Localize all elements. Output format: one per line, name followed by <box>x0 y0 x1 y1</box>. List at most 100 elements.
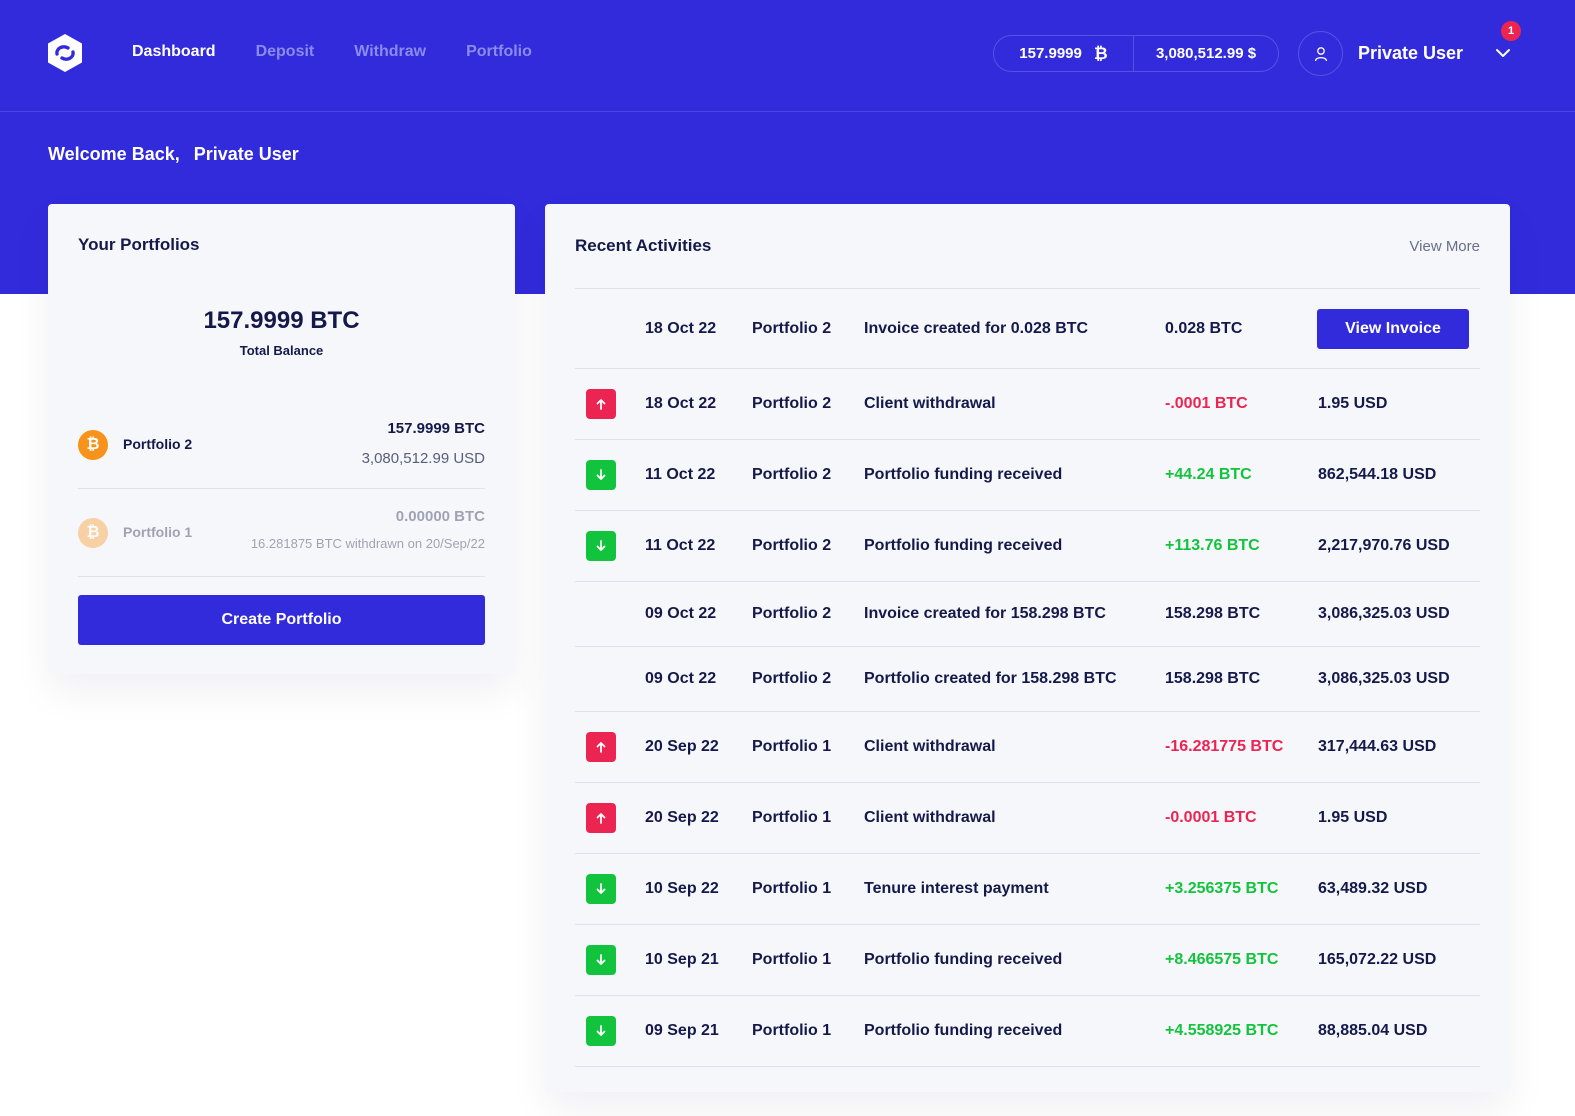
arrow-down-icon <box>586 460 616 490</box>
activity-date: 11 Oct 22 <box>645 466 716 483</box>
activity-portfolio: Portfolio 1 <box>752 809 832 826</box>
welcome-greeting: Welcome Back, <box>48 144 180 164</box>
divider <box>78 488 485 489</box>
view-more-link[interactable]: View More <box>1409 238 1480 255</box>
bitcoin-icon: ₿ <box>78 518 108 548</box>
activity-usd: 317,444.63 USD <box>1318 738 1437 755</box>
activity-amount: +8.466575 BTC <box>1165 951 1279 968</box>
user-avatar[interactable] <box>1298 31 1343 76</box>
activity-usd: 2,217,970.76 USD <box>1318 537 1450 554</box>
activities-list: 18 Oct 22 Portfolio 2 Invoice created for … <box>575 289 1480 1067</box>
balance-pill: 157.9999 ₿ 3,080,512.99 $ <box>993 35 1279 72</box>
portfolio-item[interactable]: ₿ Portfolio 1 0.00000 BTC 16.281875 BTC … <box>78 506 485 566</box>
activity-description: Portfolio funding received <box>864 466 1063 483</box>
activity-date: 18 Oct 22 <box>645 395 717 412</box>
activity-description: Invoice created for 0.028 BTC <box>864 320 1089 337</box>
notification-badge[interactable]: 1 <box>1501 21 1521 41</box>
nav-dashboard[interactable]: Dashboard <box>132 43 216 61</box>
activity-portfolio: Portfolio 1 <box>752 880 832 897</box>
main-nav: Dashboard Deposit Withdraw Portfolio <box>132 43 532 61</box>
activity-amount: 158.298 BTC <box>1165 670 1261 687</box>
portfolio-name: Portfolio 1 <box>123 524 193 540</box>
total-balance-label: Total Balance <box>239 343 324 358</box>
activity-description: Portfolio funding received <box>864 1022 1063 1039</box>
activity-portfolio: Portfolio 1 <box>752 951 832 968</box>
welcome-message: Welcome Back, Private User <box>48 144 299 165</box>
activity-amount: +44.24 BTC <box>1165 466 1252 483</box>
activity-row: 20 Sep 22 Portfolio 1 Client withdrawal -16… <box>575 712 1480 783</box>
activity-row: 10 Sep 22 Portfolio 1 Tenure interest paym… <box>575 854 1480 925</box>
activity-description: Client withdrawal <box>864 809 996 826</box>
activity-usd: 165,072.22 USD <box>1318 951 1437 968</box>
activity-usd: 1.95 USD <box>1318 395 1388 412</box>
activity-portfolio: Portfolio 2 <box>752 320 832 337</box>
activity-date: 09 Sep 21 <box>645 1022 719 1039</box>
balance-usd: 3,080,512.99 $ <box>1155 45 1257 62</box>
recent-activities-card: Recent Activities View More 18 Oct 22 Por… <box>545 204 1510 1092</box>
activity-portfolio: Portfolio 2 <box>752 605 832 622</box>
balance-btc-value: 157.9999 <box>1019 45 1082 62</box>
activity-amount: -.0001 BTC <box>1165 395 1248 412</box>
portfolio-name: Portfolio 2 <box>123 436 193 452</box>
activity-amount: -0.0001 BTC <box>1165 809 1257 826</box>
nav-withdraw[interactable]: Withdraw <box>354 43 426 61</box>
activity-description: Tenure interest payment <box>864 880 1049 897</box>
portfolio-note: 16.281875 BTC withdrawn on 20/Sep/22 <box>250 536 485 551</box>
link-hexagon-icon[interactable] <box>46 33 84 73</box>
arrow-down-icon <box>586 874 616 904</box>
activity-description: Client withdrawal <box>864 738 996 755</box>
activity-row: 11 Oct 22 Portfolio 2 Portfolio funding re… <box>575 440 1480 511</box>
welcome-name: Private User <box>193 144 299 164</box>
activity-row: 10 Sep 21 Portfolio 1 Portfolio funding re… <box>575 925 1480 996</box>
balance-btc: 157.9999 ₿ <box>994 36 1134 71</box>
activity-usd: 3,086,325.03 USD <box>1318 605 1450 622</box>
chevron-down-icon[interactable] <box>1494 46 1512 60</box>
user-name[interactable]: Private User <box>1358 43 1463 64</box>
activity-row: 18 Oct 22 Portfolio 2 Client withdrawal -.0… <box>575 369 1480 440</box>
activity-usd: 88,885.04 USD <box>1318 1022 1428 1039</box>
activities-title: Recent Activities <box>575 236 712 255</box>
activity-description: Portfolio created for 158.298 BTC <box>864 670 1117 687</box>
arrow-up-icon <box>586 732 616 762</box>
activity-usd: 862,544.18 USD <box>1318 466 1437 483</box>
arrow-down-icon <box>586 945 616 975</box>
activity-usd: 63,489.32 USD <box>1318 880 1428 897</box>
activity-date: 10 Sep 22 <box>645 880 719 897</box>
arrow-up-icon <box>586 803 616 833</box>
arrow-down-icon <box>586 1016 616 1046</box>
bitcoin-icon: ₿ <box>1093 43 1108 63</box>
activity-description: Portfolio funding received <box>864 951 1063 968</box>
activity-description: Client withdrawal <box>864 395 996 412</box>
activity-date: 10 Sep 21 <box>645 951 719 968</box>
portfolio-item[interactable]: ₿ Portfolio 2 157.9999 BTC 3,080,512.99 … <box>78 418 485 478</box>
activity-date: 11 Oct 22 <box>645 537 716 554</box>
top-navigation-bar: Dashboard Deposit Withdraw Portfolio 157… <box>0 0 1575 112</box>
activity-date: 18 Oct 22 <box>645 320 717 337</box>
portfolio-btc: 157.9999 BTC <box>387 420 485 437</box>
activity-amount: 0.028 BTC <box>1165 320 1243 337</box>
activity-usd: 3,086,325.03 USD <box>1318 670 1450 687</box>
view-invoice-button[interactable]: View Invoice <box>1317 308 1469 349</box>
divider <box>78 576 485 577</box>
activity-row: 18 Oct 22 Portfolio 2 Invoice created for … <box>575 289 1480 369</box>
bitcoin-icon: ₿ <box>78 430 108 460</box>
portfolio-usd: 3,080,512.99 USD <box>361 450 485 467</box>
nav-portfolio[interactable]: Portfolio <box>466 43 532 61</box>
activity-portfolio: Portfolio 1 <box>752 1022 832 1039</box>
activity-usd: 1.95 USD <box>1318 809 1388 826</box>
nav-deposit[interactable]: Deposit <box>256 43 315 61</box>
activity-portfolio: Portfolio 1 <box>752 738 832 755</box>
user-icon <box>1314 46 1327 61</box>
activity-amount: -16.281775 BTC <box>1165 738 1284 755</box>
activity-description: Invoice created for 158.298 BTC <box>864 605 1106 622</box>
activity-portfolio: Portfolio 2 <box>752 537 832 554</box>
total-balance-value: 157.9999 BTC <box>203 307 360 334</box>
arrow-down-icon <box>586 531 616 561</box>
create-portfolio-button[interactable]: Create Portfolio <box>78 595 485 645</box>
arrow-up-icon <box>586 389 616 419</box>
portfolios-title: Your Portfolios <box>78 235 200 254</box>
activity-date: 20 Sep 22 <box>645 809 719 826</box>
activity-amount: +3.256375 BTC <box>1165 880 1279 897</box>
activity-row: 20 Sep 22 Portfolio 1 Client withdrawal -0.… <box>575 783 1480 854</box>
portfolio-btc: 0.00000 BTC <box>395 508 485 525</box>
